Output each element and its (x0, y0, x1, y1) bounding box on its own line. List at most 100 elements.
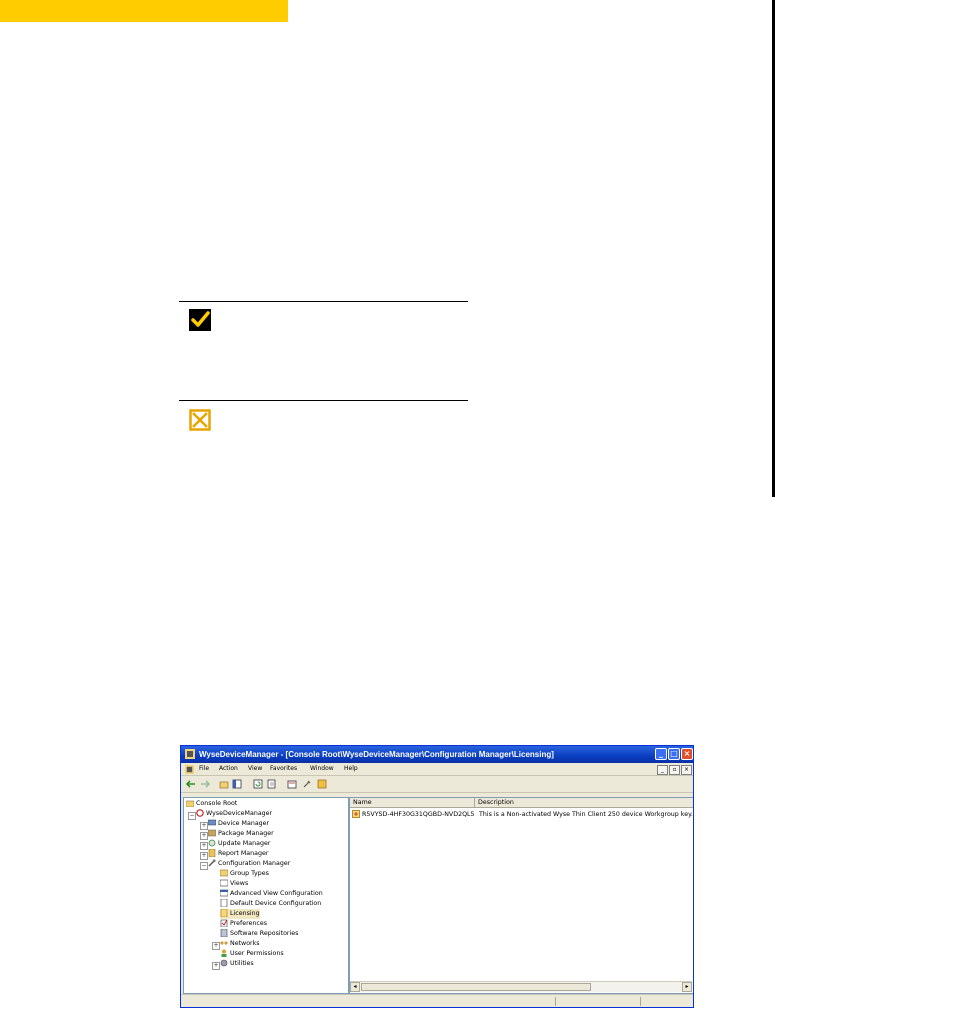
licensing-icon (220, 909, 228, 917)
refresh-icon[interactable] (253, 779, 263, 789)
user-permissions-icon (221, 949, 227, 957)
device-manager-icon (208, 819, 216, 826)
tree-label: Software Repositories (230, 930, 299, 937)
result-list-pane: Name Description R5VYSD-4HF30G31QGBD-NVD… (349, 797, 694, 994)
expand-toggle[interactable]: + (212, 962, 220, 970)
collapse-toggle[interactable]: − (188, 812, 196, 820)
horizontal-scrollbar[interactable]: ◂ ▸ (350, 981, 692, 992)
expand-toggle[interactable]: + (200, 832, 208, 840)
column-header-description[interactable]: Description (475, 798, 693, 808)
tree-node-preferences[interactable]: Preferences (220, 919, 267, 929)
folder-icon (186, 800, 194, 807)
tree-label: Preferences (230, 920, 268, 927)
tree-node-wysedevicemanager[interactable]: WyseDeviceManager (196, 809, 272, 819)
properties-icon[interactable] (287, 779, 297, 789)
show-hide-tree-icon[interactable] (232, 779, 242, 789)
app-icon (185, 749, 195, 759)
status-bar (181, 994, 693, 1007)
margin-vertical-rule (772, 0, 775, 497)
maximize-button[interactable]: □ (668, 748, 680, 760)
tree-node-utilities[interactable]: Utilities (220, 959, 254, 969)
tree-label: Report Manager (218, 850, 269, 857)
tree-node-package-manager[interactable]: Package Manager (208, 829, 274, 839)
collapse-toggle[interactable]: − (200, 862, 208, 870)
update-manager-icon (208, 839, 216, 847)
tree-node-update-manager[interactable]: Update Manager (208, 839, 270, 849)
views-icon (220, 879, 228, 887)
advanced-view-icon (220, 889, 228, 897)
tree-node-configuration-manager[interactable]: Configuration Manager (208, 859, 290, 869)
expand-toggle[interactable]: + (212, 942, 220, 950)
repository-icon (220, 929, 228, 937)
forward-arrow-icon[interactable] (200, 779, 210, 789)
scroll-left-icon[interactable]: ◂ (350, 982, 360, 992)
child-close-button[interactable]: × (681, 765, 692, 775)
package-manager-icon (208, 829, 216, 837)
header-accent-bar (0, 0, 288, 22)
up-folder-icon[interactable] (219, 779, 229, 789)
scroll-thumb[interactable] (361, 983, 591, 991)
minimize-button[interactable]: _ (655, 748, 667, 760)
tree-pane: Console Root − WyseDeviceManager + Devic… (183, 797, 349, 994)
expand-toggle[interactable]: + (200, 842, 208, 850)
menu-file[interactable]: File (199, 765, 209, 772)
child-minimize-button[interactable]: _ (657, 765, 668, 775)
license-name: R5VYSD-4HF30G31QGBD-NVD2QL5 (362, 811, 475, 818)
tree-label: Licensing (230, 910, 260, 917)
checkmark-icon (189, 309, 211, 331)
tree-label: Utilities (230, 960, 254, 967)
list-row[interactable]: R5VYSD-4HF30G31QGBD-NVD2QL5 (352, 810, 475, 820)
license-key-icon (352, 810, 360, 818)
tree-label: Default Device Configuration (230, 900, 322, 907)
window-title: WyseDeviceManager - [Console Root\WyseDe… (199, 750, 554, 759)
tree-label: Device Manager (218, 820, 270, 827)
menu-help[interactable]: Help (344, 765, 358, 772)
tree-label: Group Types (230, 870, 269, 877)
tree-label: WyseDeviceManager (206, 810, 273, 817)
tree-node-licensing[interactable]: Licensing (220, 909, 260, 919)
tree-label: Configuration Manager (218, 860, 291, 867)
mmc-icon (185, 765, 194, 774)
toolbar (181, 776, 693, 793)
expand-toggle[interactable]: + (200, 852, 208, 860)
export-list-icon[interactable] (267, 779, 277, 789)
close-button[interactable]: × (681, 748, 693, 760)
tree-label: Views (230, 880, 249, 887)
status-divider (555, 997, 556, 1006)
note-rule-top (179, 301, 468, 302)
menu-window[interactable]: Window (310, 765, 334, 772)
help-icon[interactable] (317, 779, 327, 789)
column-header-name[interactable]: Name (350, 798, 475, 808)
menu-favorites[interactable]: Favorites (270, 765, 297, 772)
expand-toggle[interactable]: + (200, 822, 208, 830)
tree-node-device-manager[interactable]: Device Manager (208, 819, 269, 829)
default-config-icon (220, 899, 228, 907)
tools-icon[interactable] (302, 779, 312, 789)
utilities-icon (220, 959, 228, 967)
child-restore-button[interactable]: ▫ (669, 765, 680, 775)
tree-node-group-types[interactable]: Group Types (220, 869, 269, 879)
scroll-right-icon[interactable]: ▸ (682, 982, 692, 992)
group-types-icon (220, 869, 228, 877)
preferences-icon (220, 919, 228, 927)
menu-view[interactable]: View (248, 765, 262, 772)
tree-label: Networks (230, 940, 260, 947)
tree-node-software-repositories[interactable]: Software Repositories (220, 929, 298, 939)
tree-node-default-device-configuration[interactable]: Default Device Configuration (220, 899, 321, 909)
menu-action[interactable]: Action (219, 765, 238, 772)
tree-label: Advanced View Configuration (230, 890, 323, 897)
tree-node-networks[interactable]: Networks (220, 939, 260, 949)
tree-node-console-root[interactable]: Console Root (186, 799, 237, 809)
tree-label: Console Root (196, 800, 238, 807)
cross-box-icon (189, 409, 211, 431)
license-description: This is a Non-activated Wyse Thin Client… (479, 811, 694, 818)
tree-label: User Permissions (230, 950, 284, 957)
tree-node-report-manager[interactable]: Report Manager (208, 849, 268, 859)
window-title-bar: WyseDeviceManager - [Console Root\WyseDe… (181, 746, 693, 763)
report-manager-icon (208, 849, 216, 857)
tree-node-advanced-view-configuration[interactable]: Advanced View Configuration (220, 889, 323, 899)
status-divider (640, 997, 641, 1006)
tree-node-views[interactable]: Views (220, 879, 248, 889)
back-arrow-icon[interactable] (186, 779, 196, 789)
tree-node-user-permissions[interactable]: User Permissions (220, 949, 284, 959)
